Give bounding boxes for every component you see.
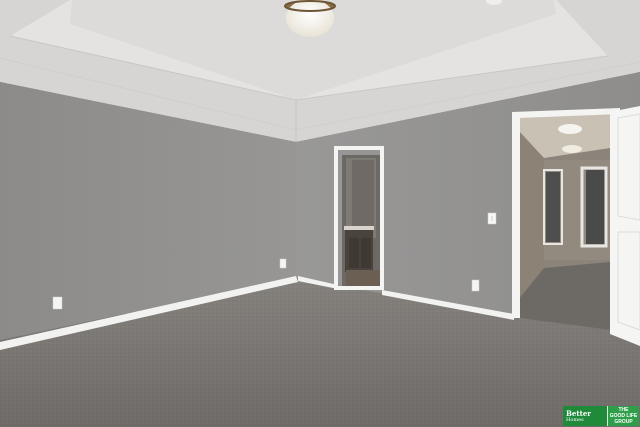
open-door xyxy=(610,106,640,346)
group-line-3: GROUP xyxy=(614,419,633,425)
brand-logo: Better Homes xyxy=(563,406,607,426)
outlet-icon xyxy=(471,279,480,292)
outlet-icon xyxy=(279,258,287,269)
hallway-door-left xyxy=(546,172,560,242)
hallway-light-1 xyxy=(558,124,582,134)
brand-watermark: Better Homes THE GOOD LIFE GROUP xyxy=(563,406,639,426)
doorframe-hallway xyxy=(512,112,520,318)
brand-line-2: Homes xyxy=(566,416,584,423)
hallway-door-right xyxy=(586,170,606,244)
hallway-light-2 xyxy=(562,145,582,153)
bedroom-photo xyxy=(0,0,640,427)
outlet-icon xyxy=(52,296,63,310)
brand-line-1: Better xyxy=(566,408,591,418)
light-switch-icon xyxy=(487,212,497,225)
group-logo: THE GOOD LIFE GROUP xyxy=(607,406,639,426)
